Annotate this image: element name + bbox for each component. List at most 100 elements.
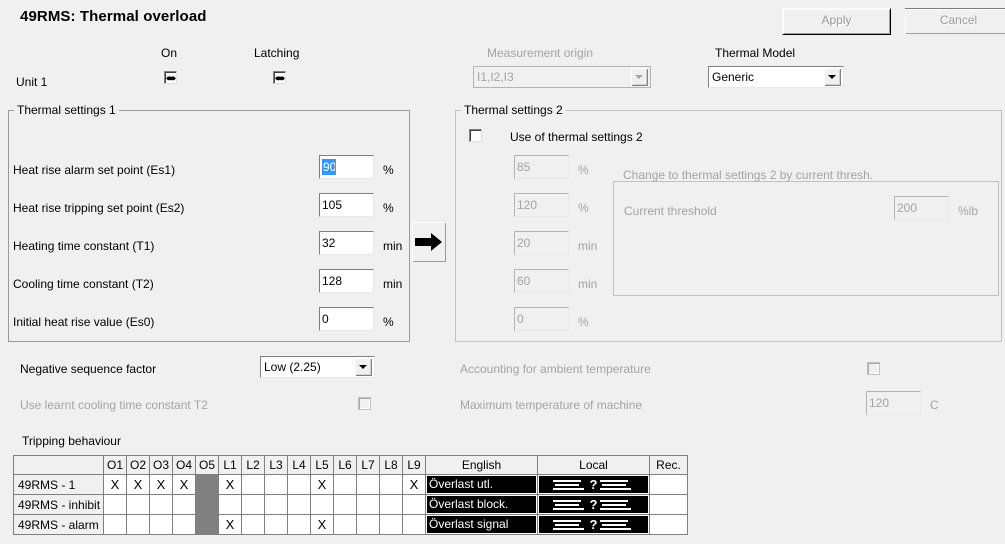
table-row[interactable]: 49RMS - inhibit Överlast block. ? [13, 494, 688, 515]
cell-o5-disabled [195, 494, 219, 515]
thermal2-cooling-input[interactable]: 60 [514, 269, 569, 293]
cell-l4[interactable] [287, 514, 311, 535]
cell-l6[interactable] [333, 474, 357, 495]
cell-english[interactable]: Överlast utl. [425, 474, 538, 495]
heating-time-constant-unit: min [383, 239, 403, 253]
cell-local[interactable]: ? [537, 494, 650, 515]
cell-o2[interactable]: X [126, 474, 150, 495]
cell-l8[interactable] [379, 514, 403, 535]
cell-l2[interactable] [241, 494, 265, 515]
col-header-rec: Rec. [649, 455, 688, 475]
cell-l2[interactable] [241, 474, 265, 495]
initial-heat-rise-input[interactable]: 0 [319, 307, 374, 331]
cell-o3[interactable] [149, 494, 173, 515]
cell-o3[interactable] [149, 514, 173, 535]
cell-o4[interactable] [172, 514, 196, 535]
col-header-l8: L8 [379, 455, 403, 475]
col-header-english: English [425, 455, 538, 475]
cell-english[interactable]: Överlast signal [425, 514, 538, 535]
table-row[interactable]: 49RMS - 1 X X X X X X X Överlast utl. ? [13, 474, 688, 495]
local-text-missing-glyph: ? [539, 516, 648, 533]
col-header-l7: L7 [356, 455, 380, 475]
ambient-temperature-checkbox[interactable] [867, 362, 880, 375]
thermal2-initial-input[interactable]: 0 [514, 307, 569, 331]
cell-l8[interactable] [379, 474, 403, 495]
use-thermal-settings-2-checkbox[interactable] [469, 129, 482, 142]
cell-l2[interactable] [241, 514, 265, 535]
thermal2-heating-unit: min [578, 239, 598, 253]
cell-o1[interactable] [103, 514, 127, 535]
copy-settings-to-2-button[interactable] [412, 222, 446, 262]
cell-rec[interactable] [649, 514, 688, 535]
cell-l8[interactable] [379, 494, 403, 515]
cell-o2[interactable] [126, 514, 150, 535]
cell-l6[interactable] [333, 494, 357, 515]
cell-l9[interactable] [402, 494, 426, 515]
cell-l3[interactable] [264, 474, 288, 495]
cell-local[interactable]: ? [537, 474, 650, 495]
local-text-missing-glyph: ? [539, 476, 648, 493]
cell-o1[interactable]: X [103, 474, 127, 495]
cell-l1[interactable] [218, 494, 242, 515]
negative-sequence-factor-select[interactable]: Low (2.25) [260, 356, 375, 378]
measurement-origin-select[interactable]: I1,I2,I3 [473, 66, 651, 88]
cell-l6[interactable] [333, 514, 357, 535]
cancel-button[interactable]: Cancel [905, 8, 1005, 34]
cell-l9[interactable]: X [402, 474, 426, 495]
initial-heat-rise-label: Initial heat rise value (Es0) [13, 315, 155, 329]
cell-l7[interactable] [356, 494, 380, 515]
cell-l1[interactable]: X [218, 474, 242, 495]
chevron-down-icon[interactable] [355, 358, 372, 376]
missing-glyph-icon [600, 519, 634, 531]
max-temperature-input[interactable]: 120 [866, 391, 921, 415]
unit-1-on-checkbox[interactable] [164, 71, 177, 84]
cell-l1[interactable]: X [218, 514, 242, 535]
heat-rise-alarm-input[interactable]: 90 [319, 155, 374, 179]
cell-o4[interactable] [172, 494, 196, 515]
chevron-down-icon[interactable] [631, 68, 648, 86]
heat-rise-tripping-input[interactable]: 105 [319, 193, 374, 217]
apply-button[interactable]: Apply [782, 8, 891, 35]
cell-l4[interactable] [287, 474, 311, 495]
thermal2-alarm-input[interactable]: 85 [514, 155, 569, 179]
english-text: Överlast utl. [427, 476, 536, 493]
learnt-cooling-checkbox[interactable] [358, 397, 371, 410]
cell-o4[interactable]: X [172, 474, 196, 495]
measurement-origin-label: Measurement origin [487, 46, 594, 60]
cell-l3[interactable] [264, 514, 288, 535]
cell-local[interactable]: ? [537, 514, 650, 535]
cell-l7[interactable] [356, 474, 380, 495]
chevron-down-icon[interactable] [824, 68, 841, 86]
cell-l5[interactable]: X [310, 514, 334, 535]
table-row[interactable]: 49RMS - alarm X X Överlast signal ? [13, 514, 688, 535]
text-caret [335, 160, 337, 173]
thermal2-heating-input[interactable]: 20 [514, 231, 569, 255]
page-title: 49RMS: Thermal overload [20, 8, 207, 25]
missing-glyph-icon [552, 479, 587, 491]
cell-l9[interactable] [402, 514, 426, 535]
thermal2-tripping-input[interactable]: 120 [514, 193, 569, 217]
heating-time-constant-input[interactable]: 32 [319, 231, 374, 255]
col-header-l4: L4 [287, 455, 311, 475]
cell-rec[interactable] [649, 474, 688, 495]
negative-sequence-factor-label: Negative sequence factor [20, 362, 157, 376]
cell-english[interactable]: Överlast block. [425, 494, 538, 515]
missing-glyph-icon [600, 479, 634, 491]
cell-l5[interactable]: X [310, 474, 334, 495]
thermal-model-select[interactable]: Generic [708, 66, 844, 88]
tripping-behaviour-title: Tripping behaviour [22, 434, 121, 448]
cooling-time-constant-input[interactable]: 128 [319, 269, 374, 293]
current-threshold-input[interactable]: 200 [894, 196, 949, 220]
max-temperature-unit: C [930, 398, 939, 412]
local-text-missing-glyph: ? [539, 496, 648, 513]
heat-rise-tripping-label: Heat rise tripping set point (Es2) [13, 201, 185, 215]
cell-l3[interactable] [264, 494, 288, 515]
cell-o3[interactable]: X [149, 474, 173, 495]
cell-rec[interactable] [649, 494, 688, 515]
cell-l7[interactable] [356, 514, 380, 535]
cell-l5[interactable] [310, 494, 334, 515]
unit-1-latching-checkbox[interactable] [273, 71, 286, 84]
cell-o1[interactable] [103, 494, 127, 515]
cell-o2[interactable] [126, 494, 150, 515]
cell-l4[interactable] [287, 494, 311, 515]
